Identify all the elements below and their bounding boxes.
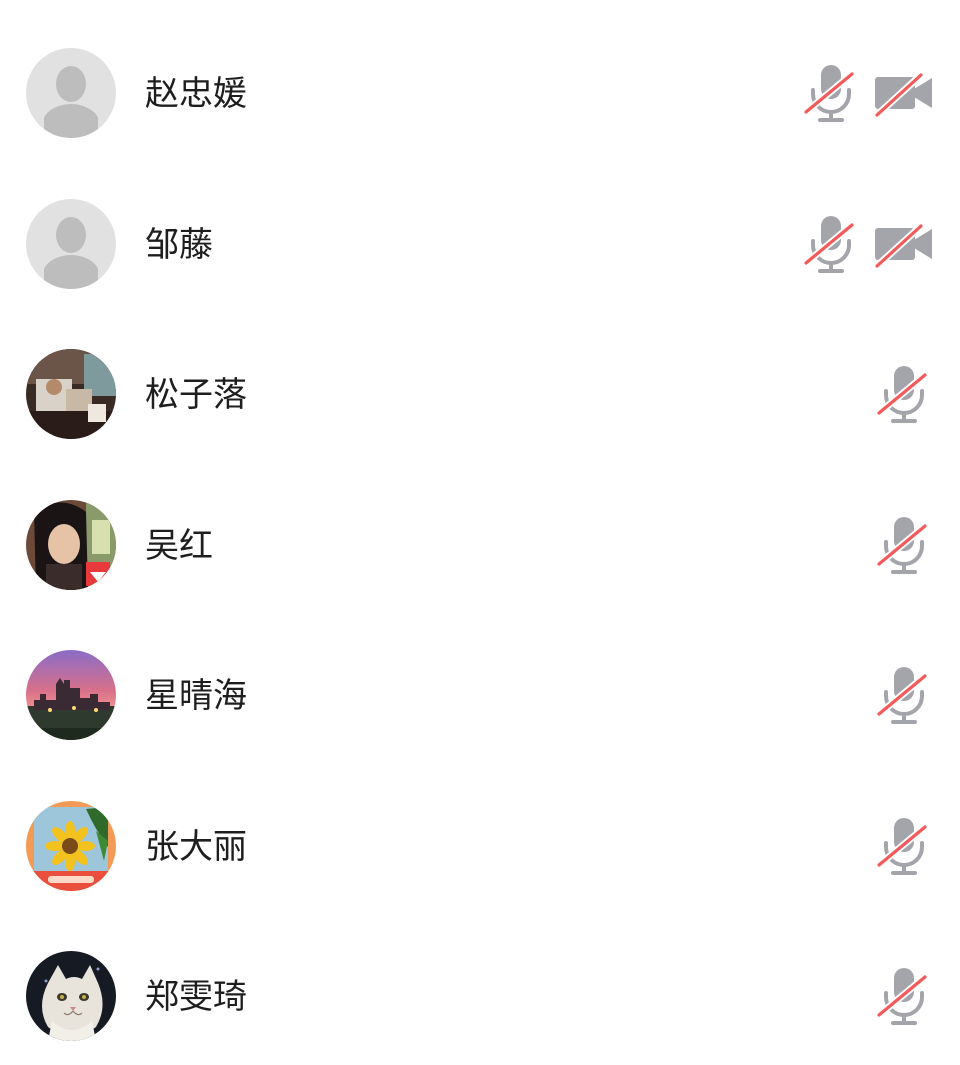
mic-muted-icon[interactable]	[872, 364, 934, 424]
status-icons	[872, 515, 934, 575]
status-icons	[872, 665, 934, 725]
participant-row[interactable]: 吴红	[0, 452, 960, 602]
mic-muted-icon[interactable]	[872, 966, 934, 1026]
participant-name: 星晴海	[145, 676, 247, 716]
camera-off-icon[interactable]	[872, 63, 934, 123]
status-icons	[799, 63, 934, 123]
participant-row[interactable]: 松子落	[0, 301, 960, 451]
mic-muted-icon[interactable]	[872, 665, 934, 725]
avatar	[26, 199, 116, 289]
participant-name: 松子落	[145, 375, 247, 415]
participant-list: 赵忠媛 邹藤 松子落 吴红 星晴海 张大丽 郑雯琦	[0, 0, 960, 1065]
status-icons	[799, 214, 934, 274]
participant-name: 邹藤	[145, 225, 213, 265]
avatar	[26, 951, 116, 1041]
participant-row[interactable]: 星晴海	[0, 602, 960, 752]
participant-row[interactable]: 赵忠媛	[0, 0, 960, 150]
mic-muted-icon[interactable]	[799, 63, 861, 123]
mic-muted-icon[interactable]	[872, 816, 934, 876]
avatar	[26, 349, 116, 439]
status-icons	[872, 364, 934, 424]
status-icons	[872, 966, 934, 1026]
avatar	[26, 801, 116, 891]
avatar	[26, 48, 116, 138]
participant-row[interactable]: 张大丽	[0, 753, 960, 903]
status-icons	[872, 816, 934, 876]
participant-row[interactable]: 邹藤	[0, 151, 960, 301]
participant-name: 赵忠媛	[145, 74, 247, 114]
participant-name: 张大丽	[145, 827, 247, 867]
mic-muted-icon[interactable]	[799, 214, 861, 274]
mic-muted-icon[interactable]	[872, 515, 934, 575]
avatar	[26, 650, 116, 740]
participant-row[interactable]: 郑雯琦	[0, 903, 960, 1053]
participant-name: 吴红	[145, 526, 213, 566]
camera-off-icon[interactable]	[872, 214, 934, 274]
avatar	[26, 500, 116, 590]
participant-name: 郑雯琦	[145, 977, 247, 1017]
